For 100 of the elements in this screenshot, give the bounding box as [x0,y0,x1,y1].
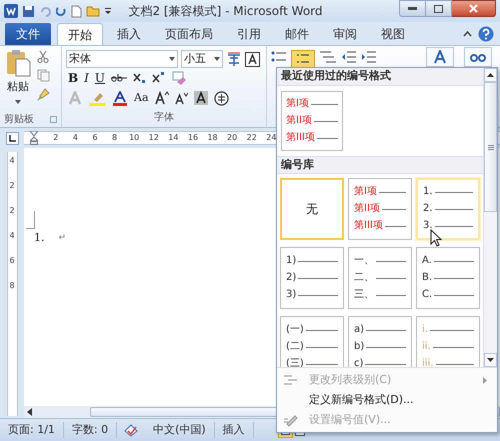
font-name-field[interactable]: 宋体 [66,50,178,68]
number-label: 一、 [354,255,374,267]
cut-icon[interactable] [37,50,49,63]
menu-item[interactable]: 定义新编号格式(D)... [277,390,497,410]
ruler-number: 10 [128,132,140,144]
section-header: 编号库 [277,156,483,174]
customize-toolbar-icon[interactable] [104,6,112,16]
change-case-button[interactable]: Aa [134,90,149,106]
help-icon[interactable] [478,26,494,42]
styles-icon [432,50,448,64]
language-indicator[interactable]: 中文(中国) [145,422,215,438]
find-button[interactable] [464,47,492,67]
binoculars-icon [470,51,486,63]
shrink-font-icon[interactable] [174,92,188,104]
number-label: B. [422,272,432,284]
numbering-format-tile[interactable]: 第I项 第II项 第III项 [348,178,412,240]
left-tab-icon [8,134,16,142]
scroll-left-icon[interactable] [26,408,34,416]
proofing-icon[interactable] [123,423,140,437]
phonetic-guide-icon[interactable] [226,51,242,67]
number-label: (一) [286,324,304,336]
minimize-button[interactable] [399,0,426,17]
caret-icon [214,57,220,61]
numbering-format-tile[interactable]: 1. 2. 3. [416,178,480,240]
numbering-button[interactable] [291,50,315,68]
number-label: 第II项 [354,203,380,215]
maximize-icon [434,4,443,12]
numbering-format-tile[interactable]: A. B. C. [416,247,480,309]
numbering-format-tile[interactable]: 无 [280,178,344,240]
collapse-ribbon-icon[interactable] [463,31,472,37]
ruler-number: 18 [206,132,219,144]
bullets-icon[interactable] [271,50,287,64]
number-label: 2) [286,272,296,284]
decrease-indent-icon[interactable] [341,50,357,64]
page-corner-mark [26,211,35,229]
strikethrough-icon[interactable] [111,73,128,83]
italic-button[interactable]: I [84,69,89,87]
page-count[interactable]: 页面: 1/1 [0,422,64,438]
maximize-button[interactable] [426,0,452,17]
ruler-number: 2 [9,181,15,191]
mouse-pointer-icon [430,229,442,247]
list-level-icon [284,375,298,385]
file-tab[interactable]: 文件 [5,23,51,45]
grow-font-icon[interactable] [154,91,169,105]
dropdown-caret-icon[interactable] [15,100,21,104]
number-label: (三) [286,358,304,367]
paste-icon[interactable] [5,49,31,77]
character-border-icon[interactable] [245,52,260,66]
increase-indent-icon[interactable] [361,50,377,64]
up-arrow-icon [487,73,494,77]
ribbon-tab[interactable]: 邮件 [275,23,319,45]
scrollbar-thumb[interactable] [484,82,497,212]
number-label: c) [354,358,364,367]
ribbon-tab[interactable]: 开始 [57,23,103,45]
numbering-format-tile[interactable]: 第I项 第II项 第III项 [281,91,343,151]
subscript-icon[interactable] [133,72,146,84]
numbering-format-tile[interactable]: (一) (二) (三) [280,316,344,367]
save-icon[interactable] [22,4,35,18]
ruler-number: 6 [9,256,15,266]
enclosed-character-icon[interactable] [214,90,229,106]
ruler-number: 16 [186,132,200,144]
down-arrow-icon [487,358,494,362]
numbering-format-tile[interactable]: 1) 2) 3) [280,247,344,309]
new-document-icon[interactable] [71,4,82,18]
numbering-format-tile[interactable]: 一、 二、 三、 [348,247,412,309]
close-button[interactable] [452,0,496,17]
ruler-number: 20 [226,132,238,144]
tab-selector-button[interactable] [6,132,18,144]
ruler-number: 4 [9,231,15,241]
number-label: A. [422,255,432,267]
multilevel-list-icon[interactable] [319,50,337,64]
clear-formatting-icon[interactable] [171,70,188,86]
paste-label[interactable]: 粘贴 [7,79,29,96]
ruler-number: 8 [111,132,118,144]
font-size-field[interactable]: 小五 [181,50,223,68]
number-label: a) [354,324,364,336]
scroll-down-button[interactable] [484,353,497,367]
ribbon-tab[interactable]: 页面布局 [155,23,223,45]
ribbon-tab[interactable]: 视图 [371,23,415,45]
ribbon-tab[interactable]: 插入 [107,23,151,45]
word-count[interactable]: 字数: 0 [64,422,118,438]
bold-button[interactable]: B [68,69,78,87]
number-label: C. [422,289,432,301]
styles-button[interactable] [426,47,454,67]
underline-button[interactable]: U [94,69,106,87]
format-painter-icon[interactable] [36,88,50,102]
grip-icon [488,144,494,150]
character-shading-icon[interactable] [194,91,208,105]
scroll-up-button[interactable] [484,68,497,82]
font-color-icon[interactable] [112,90,128,106]
ribbon-tab[interactable]: 引用 [227,23,271,45]
superscript-icon[interactable] [152,72,166,84]
redo-icon[interactable] [56,4,67,18]
indent-marker-icon[interactable] [30,131,38,145]
list-number: 1. [34,230,44,246]
numbering-format-tile[interactable]: a) b) c) [348,316,412,367]
ruler-number: 22 [246,132,258,144]
ribbon-tab[interactable]: 审阅 [323,23,367,45]
insert-mode-indicator[interactable]: 插入 [214,422,254,438]
pencil-icon [284,413,298,427]
